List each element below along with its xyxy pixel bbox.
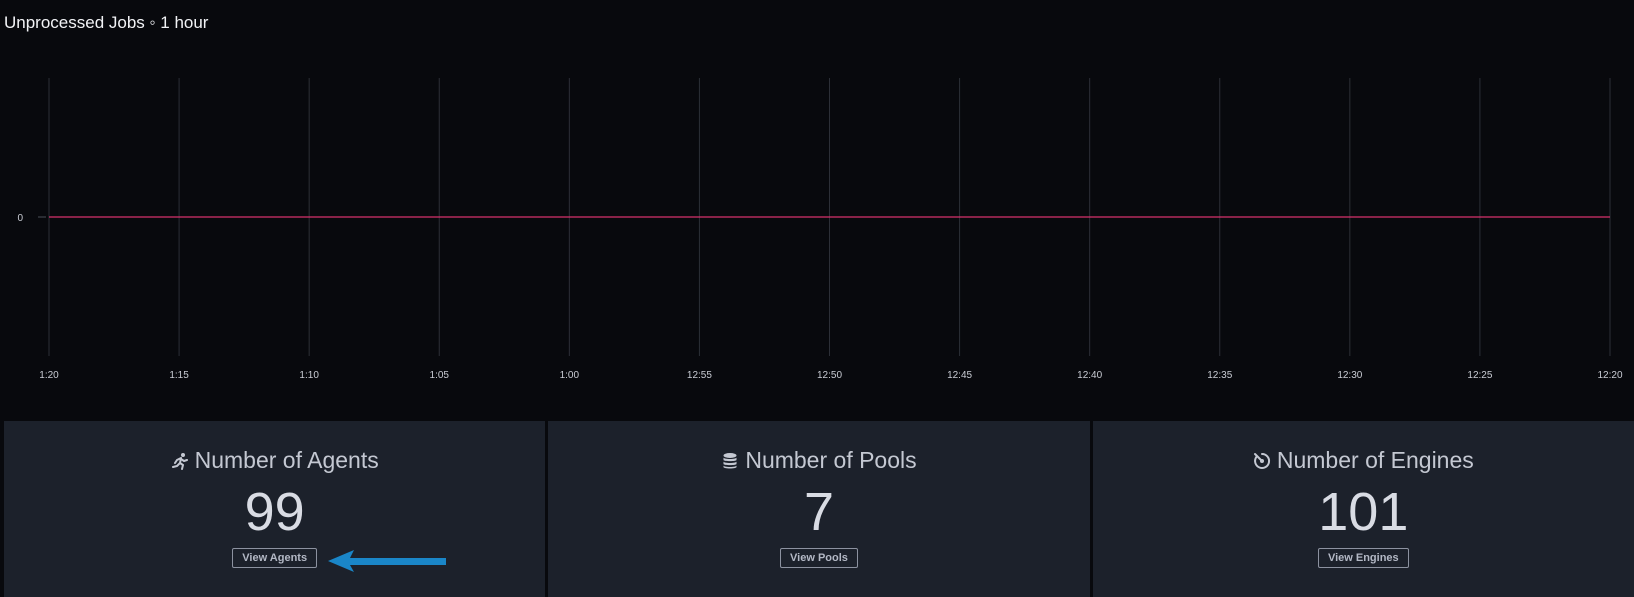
x-axis-ticks: 1:20 1:15 1:10 1:05 1:00 12:55 12:50 12:45 12:40… [39,370,1623,381]
agents-card: Number of Agents 99 View Agents [4,421,546,597]
view-engines-button[interactable]: View Engines [1317,548,1409,568]
x-tick-label: 12:25 [1467,370,1492,381]
x-tick-label: 1:05 [430,370,450,381]
engines-card-heading: Number of Engines [1253,447,1474,474]
view-pools-button[interactable]: View Pools [780,548,858,568]
x-tick-label: 1:20 [39,370,59,381]
left-arrow-annotation-icon [328,550,446,572]
agents-card-label: Number of Agents [194,447,379,473]
pools-count: 7 [803,482,835,542]
x-tick-label: 1:10 [299,370,319,381]
x-tick-label: 12:45 [947,370,972,381]
x-tick-label: 1:15 [169,370,189,381]
engines-card: Number of Engines 101 View Engines [1092,421,1634,597]
engines-count: 101 [1318,482,1409,542]
x-tick-label: 12:40 [1077,370,1102,381]
view-agents-button[interactable]: View Agents [232,548,318,568]
x-tick-label: 12:30 [1337,370,1362,381]
pools-card: Number of Pools 7 View Pools [548,421,1090,597]
database-icon [723,452,737,468]
pools-card-heading: Number of Pools [721,447,917,474]
summary-cards: Number of Agents 99 View Agents Number o… [4,421,1634,597]
unprocessed-jobs-chart: 1:20 1:15 1:10 1:05 1:00 12:55 12:50 12:45 12:40… [17,78,1623,381]
agents-count: 99 [244,482,305,542]
x-tick-label: 12:35 [1207,370,1232,381]
x-tick-label: 1:00 [560,370,580,381]
y-tick-label: 0 [17,213,23,224]
engines-card-label: Number of Engines [1276,447,1474,473]
x-tick-label: 12:55 [687,370,712,381]
x-tick-label: 12:20 [1597,370,1622,381]
agents-card-heading: Number of Agents [171,447,379,474]
running-person-icon [171,452,188,470]
pools-card-label: Number of Pools [745,447,917,473]
dashboard-page: Unprocessed Jobs ◦ 1 hour 1:20 1:15 1:10 1:… [0,0,1634,597]
y-axis-ticks: 0 [17,213,46,224]
x-tick-label: 12:50 [817,370,842,381]
engine-gauge-icon [1253,452,1270,469]
